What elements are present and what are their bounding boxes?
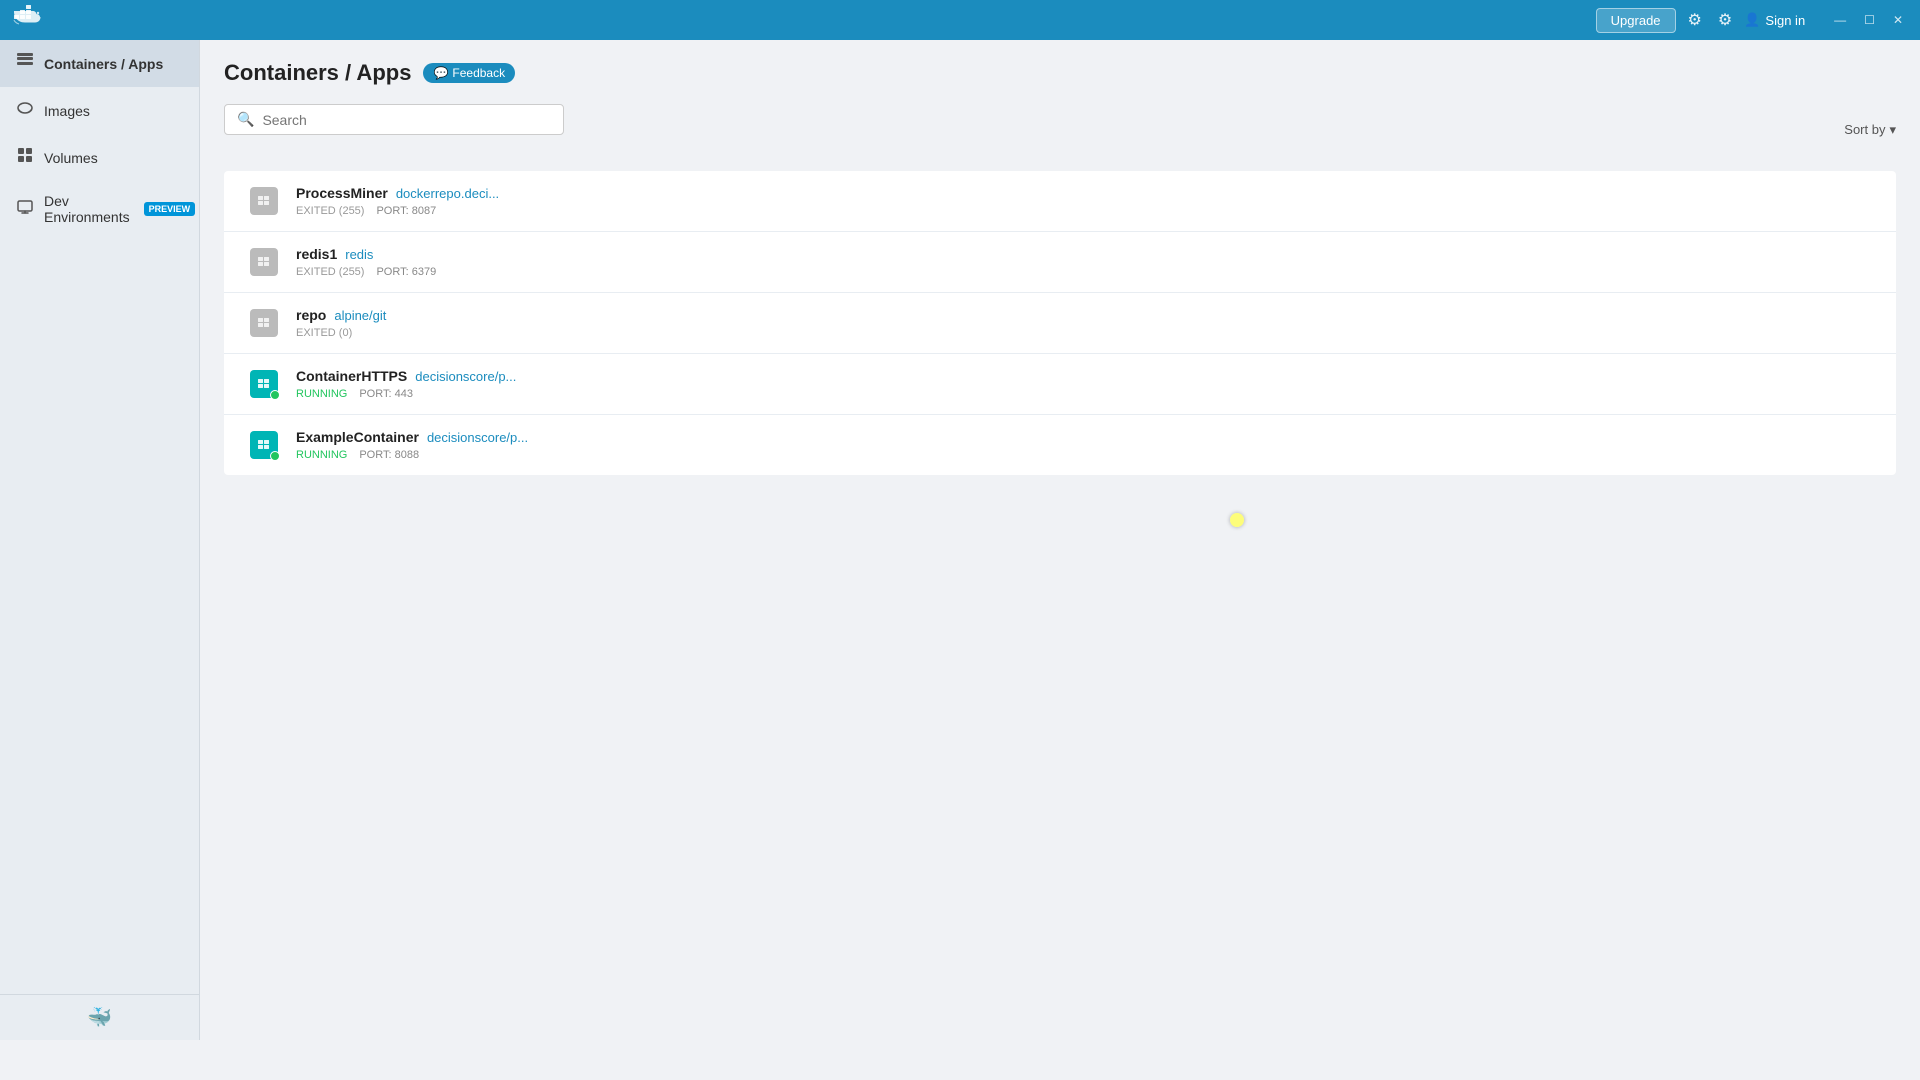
- main-content: Containers / Apps 💬 Feedback 🔍 Sort by ▾: [200, 40, 1920, 1040]
- sidebar-item-images[interactable]: Images: [0, 87, 199, 134]
- docker-bottom-icon[interactable]: 🐳: [87, 1005, 112, 1030]
- signin-button[interactable]: 👤 Sign in: [1744, 12, 1805, 28]
- titlebar-left: [12, 3, 44, 37]
- container-info: ContainerHTTPS decisionscore/p... RUNNING P…: [296, 368, 1872, 400]
- titlebar: Upgrade ⚙ ⚙ 👤 Sign in — ☐ ✕: [0, 0, 1920, 40]
- gear2-icon[interactable]: ⚙: [1714, 6, 1736, 34]
- upgrade-button[interactable]: Upgrade: [1596, 8, 1676, 33]
- container-status: EXITED (0): [296, 327, 352, 339]
- stopped-container-icon: [250, 309, 278, 337]
- window-controls: — ☐ ✕: [1829, 11, 1908, 29]
- page-title: Containers / Apps: [224, 60, 411, 86]
- container-status: EXITED (255): [296, 205, 364, 217]
- container-row[interactable]: ContainerHTTPS decisionscore/p... RUNNING P…: [224, 354, 1896, 415]
- container-port: PORT: 443: [359, 388, 413, 400]
- sidebar: Containers / Apps Images Volumes: [0, 40, 200, 1040]
- container-name: ExampleContainer: [296, 429, 419, 445]
- page-header: Containers / Apps 💬 Feedback: [224, 60, 1896, 86]
- container-row[interactable]: ExampleContainer decisionscore/p... RUNNIN…: [224, 415, 1896, 475]
- titlebar-right: Upgrade ⚙ ⚙ 👤 Sign in — ☐ ✕: [1596, 6, 1908, 34]
- container-icon-wrap: [248, 368, 280, 400]
- settings-icon[interactable]: ⚙: [1684, 6, 1706, 34]
- container-info: redis1 redis EXITED (255) PORT: 6379: [296, 246, 1872, 278]
- container-icon-wrap: [248, 185, 280, 217]
- container-info: repo alpine/git EXITED (0): [296, 307, 1872, 339]
- sidebar-item-dev-environments[interactable]: Dev Environments PREVIEW: [0, 181, 199, 237]
- feedback-icon: 💬: [433, 66, 448, 80]
- volumes-icon: [16, 146, 34, 169]
- container-port: PORT: 8088: [359, 449, 419, 461]
- feedback-label: Feedback: [452, 66, 505, 80]
- account-icon: 👤: [1744, 12, 1760, 28]
- signin-label: Sign in: [1765, 13, 1805, 28]
- docker-logo-icon: [12, 3, 44, 37]
- dev-environments-label: Dev Environments: [44, 193, 130, 225]
- container-image: decisionscore/p...: [427, 430, 528, 445]
- feedback-link[interactable]: 💬 Feedback: [423, 63, 515, 83]
- running-container-icon: [250, 431, 278, 459]
- running-container-icon: [250, 370, 278, 398]
- container-status: EXITED (255): [296, 266, 364, 278]
- container-icon-wrap: [248, 246, 280, 278]
- container-info: ExampleContainer decisionscore/p... RUNNIN…: [296, 429, 1872, 461]
- sort-by-label: Sort by: [1844, 122, 1885, 137]
- chevron-down-icon: ▾: [1889, 122, 1896, 138]
- search-input[interactable]: [262, 112, 551, 128]
- docker-logo: [12, 3, 44, 37]
- search-bar: 🔍: [224, 104, 564, 135]
- minimize-button[interactable]: —: [1829, 11, 1851, 29]
- container-image: dockerrepo.deci...: [396, 186, 499, 201]
- container-row[interactable]: repo alpine/git EXITED (0): [224, 293, 1896, 354]
- containers-icon: [16, 52, 34, 75]
- container-name: ProcessMiner: [296, 185, 388, 201]
- container-list: ProcessMiner dockerrepo.deci... EXITED (25…: [224, 171, 1896, 475]
- container-row[interactable]: ProcessMiner dockerrepo.deci... EXITED (25…: [224, 171, 1896, 232]
- container-status: RUNNING: [296, 388, 347, 400]
- container-name: ContainerHTTPS: [296, 368, 407, 384]
- preview-badge: PREVIEW: [144, 202, 196, 216]
- sidebar-item-containers[interactable]: Containers / Apps: [0, 40, 199, 87]
- container-name: redis1: [296, 246, 337, 262]
- container-info: ProcessMiner dockerrepo.deci... EXITED (25…: [296, 185, 1872, 217]
- close-button[interactable]: ✕: [1888, 11, 1908, 29]
- volumes-label: Volumes: [44, 150, 98, 166]
- container-image: redis: [345, 247, 373, 262]
- container-image: alpine/git: [334, 308, 386, 323]
- images-label: Images: [44, 103, 90, 119]
- sidebar-bottom: 🐳: [0, 994, 199, 1040]
- images-icon: [16, 99, 34, 122]
- search-icon: 🔍: [237, 111, 254, 128]
- containers-label: Containers / Apps: [44, 56, 163, 72]
- container-icon-wrap: [248, 307, 280, 339]
- container-port: PORT: 8087: [376, 205, 436, 217]
- container-status: RUNNING: [296, 449, 347, 461]
- container-port: PORT: 6379: [376, 266, 436, 278]
- container-name: repo: [296, 307, 326, 323]
- container-row[interactable]: redis1 redis EXITED (255) PORT: 6379: [224, 232, 1896, 293]
- sort-by-dropdown[interactable]: Sort by ▾: [1844, 122, 1896, 138]
- container-image: decisionscore/p...: [415, 369, 516, 384]
- maximize-button[interactable]: ☐: [1859, 11, 1880, 29]
- container-icon-wrap: [248, 429, 280, 461]
- sidebar-item-volumes[interactable]: Volumes: [0, 134, 199, 181]
- stopped-container-icon: [250, 187, 278, 215]
- stopped-container-icon: [250, 248, 278, 276]
- dev-environments-icon: [16, 198, 34, 221]
